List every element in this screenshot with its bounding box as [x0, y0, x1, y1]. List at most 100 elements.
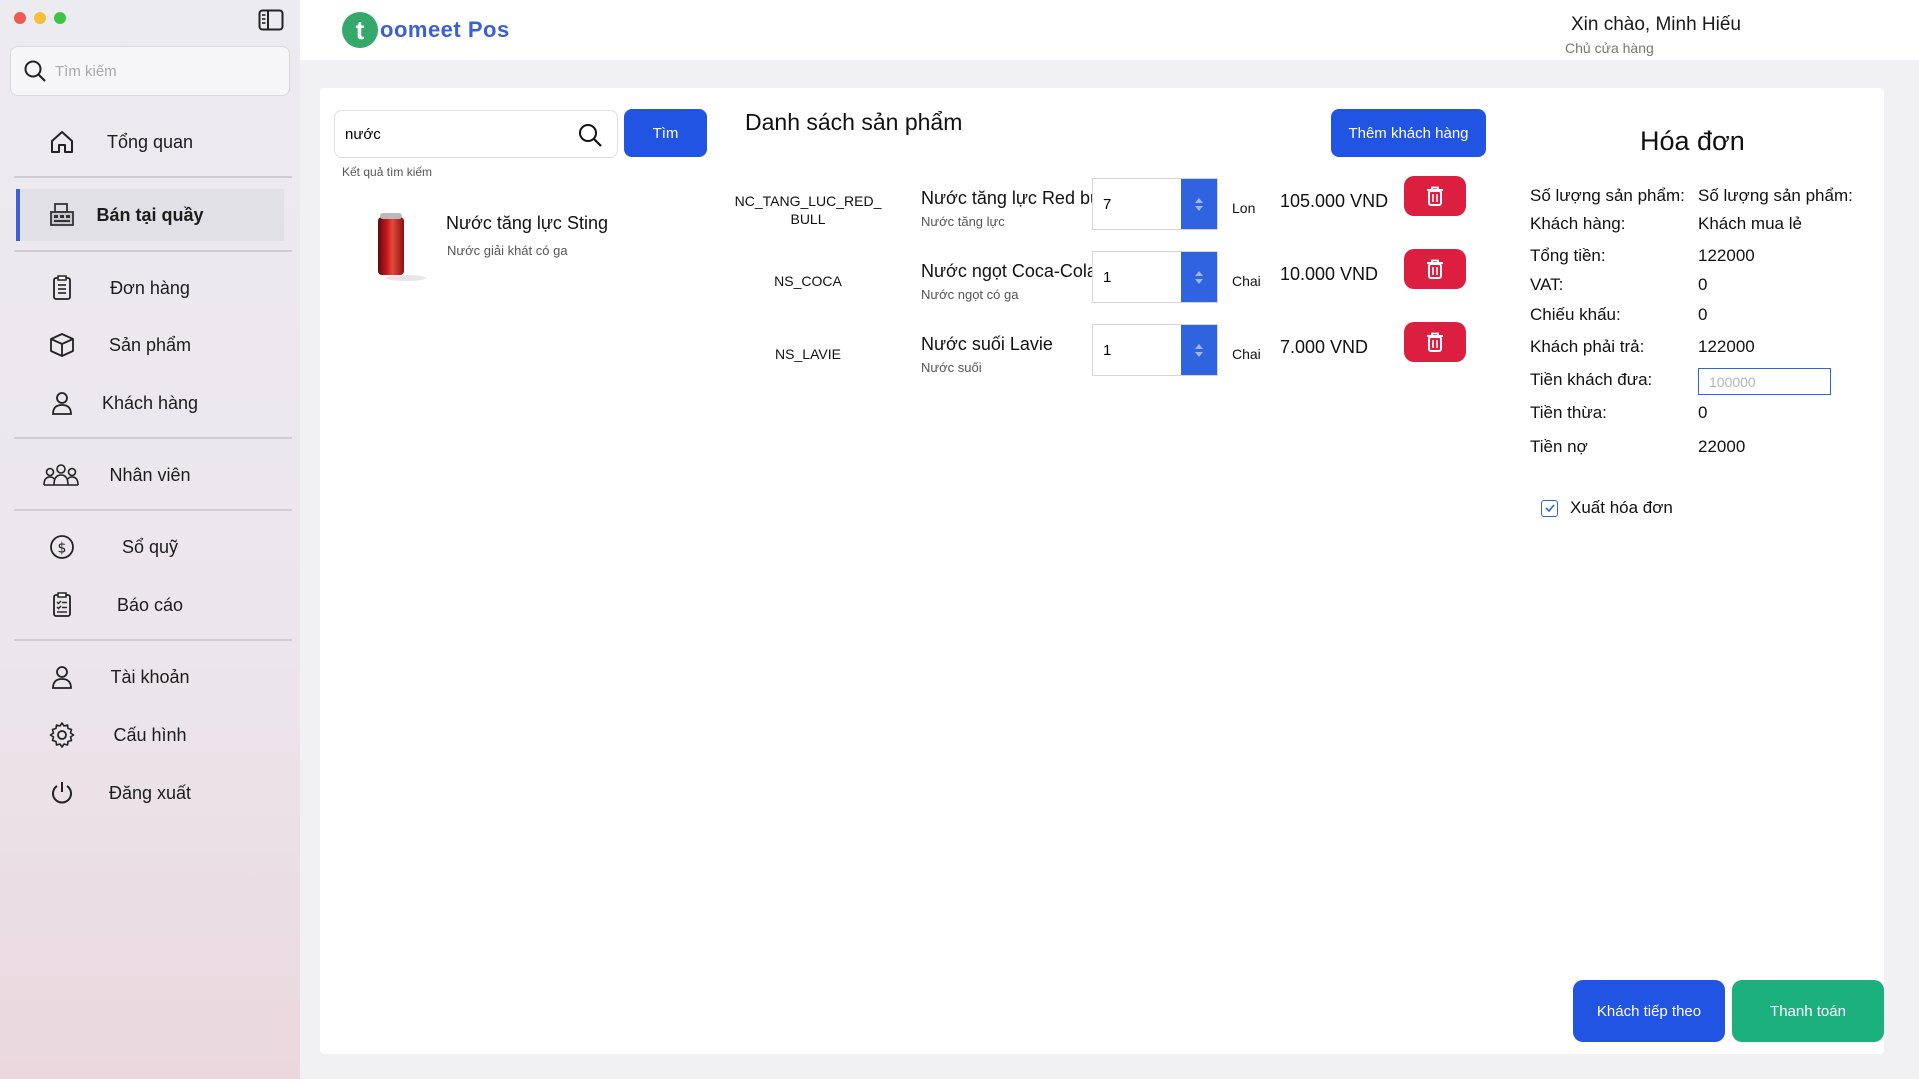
- quantity-input[interactable]: [1093, 252, 1181, 302]
- invoice-value: 0: [1698, 305, 1708, 324]
- toggle-sidebar-icon[interactable]: [258, 9, 284, 31]
- nav-item-orders[interactable]: Đơn hàng: [20, 262, 288, 314]
- product-desc: Nước suối: [921, 360, 982, 375]
- arrow-up-icon[interactable]: [1195, 270, 1203, 276]
- nav-item-account[interactable]: Tài khoản: [20, 651, 288, 703]
- nav-item-label: Tổng quan: [106, 131, 194, 152]
- product-unit: Chai: [1232, 346, 1261, 362]
- invoice-value: 122000: [1698, 246, 1755, 265]
- invoice-value: 0: [1698, 275, 1708, 294]
- invoice-key: VAT:: [1530, 275, 1564, 294]
- trash-icon: [1427, 186, 1443, 206]
- delete-button[interactable]: [1404, 322, 1466, 362]
- delete-button[interactable]: [1404, 176, 1466, 216]
- invoice-key: Tổng tiền:: [1530, 246, 1606, 265]
- quantity-input[interactable]: [1093, 179, 1181, 229]
- product-search-input[interactable]: [345, 125, 565, 143]
- product-price: 10.000 VND: [1280, 264, 1379, 284]
- product-list-title: Danh sách sản phẩm: [745, 109, 963, 135]
- spinner-arrows[interactable]: [1181, 179, 1217, 229]
- product-image-shadow: [386, 275, 426, 281]
- product-price: 105.000 VND: [1280, 191, 1389, 211]
- search-icon[interactable]: [577, 122, 603, 148]
- logo-text: oomeet Pos: [380, 17, 510, 42]
- invoice-key: Khách phải trả:: [1530, 337, 1645, 356]
- product-code: NS_LAVIE: [775, 346, 841, 362]
- nav-item-cashbook[interactable]: $ Sổ quỹ: [20, 521, 288, 573]
- customer-paid-input[interactable]: [1698, 368, 1831, 395]
- product-desc: Nước ngọt có ga: [921, 287, 1019, 302]
- sidebar-search-input[interactable]: [55, 62, 275, 80]
- product-search[interactable]: [334, 110, 618, 158]
- arrow-up-icon[interactable]: [1195, 197, 1203, 203]
- trash-icon: [1427, 332, 1443, 352]
- sidebar-search[interactable]: [10, 46, 290, 96]
- add-customer-button[interactable]: Thêm khách hàng: [1331, 109, 1486, 157]
- product-price: 7.000 VND: [1280, 337, 1369, 357]
- quantity-stepper[interactable]: [1092, 324, 1218, 376]
- pay-button[interactable]: Thanh toán: [1732, 980, 1884, 1042]
- search-icon: [24, 60, 46, 82]
- minimize-window-icon[interactable]: [34, 12, 46, 24]
- nav-item-label: Bán tại quầy: [96, 204, 204, 225]
- invoice-key: Tiền khách đưa:: [1530, 370, 1653, 389]
- nav-item-reports[interactable]: Báo cáo: [20, 579, 288, 631]
- nav-item-pos[interactable]: Bán tại quầy: [16, 189, 284, 241]
- result-name: Nước tăng lực Sting: [446, 213, 608, 233]
- invoice-value: 122000: [1698, 337, 1755, 356]
- find-button[interactable]: Tìm: [624, 109, 707, 157]
- check-icon: [1544, 504, 1555, 513]
- product-name: Nước suối Lavie: [921, 334, 1053, 354]
- nav-item-employees[interactable]: Nhân viên: [20, 449, 288, 501]
- product-unit: Lon: [1232, 200, 1256, 216]
- divider: [14, 176, 292, 178]
- export-invoice-label: Xuất hóa đơn: [1570, 498, 1673, 517]
- logo-mark: t: [342, 12, 378, 48]
- invoice-value: 0: [1698, 403, 1708, 422]
- result-desc: Nước giải khát có ga: [447, 243, 568, 258]
- arrow-up-icon[interactable]: [1195, 343, 1203, 349]
- sidebar: Tổng quan Bán tại quầy Đơn hàng Sản phẩm: [0, 0, 300, 1079]
- invoice-key: Khách hàng:: [1530, 214, 1626, 233]
- nav-item-label: Sổ quỹ: [121, 536, 179, 557]
- invoice-key: Chiếu khấu:: [1530, 305, 1621, 324]
- nav-item-customers[interactable]: Khách hàng: [20, 377, 288, 429]
- maximize-window-icon[interactable]: [54, 12, 66, 24]
- product-name: Nước tăng lực Red bull: [921, 188, 1093, 208]
- nav-item-label: Cấu hình: [113, 724, 187, 745]
- quantity-stepper[interactable]: [1092, 178, 1218, 230]
- divider: [14, 250, 292, 252]
- greeting-text: Xin chào, Minh Hiếu: [1570, 14, 1741, 35]
- arrow-down-icon[interactable]: [1195, 351, 1203, 357]
- search-result-item[interactable]: Nước tăng lực Sting Nước giải khát có ga: [360, 205, 700, 285]
- invoice-key: Số lượng sản phẩm:: [1530, 186, 1685, 205]
- trash-icon: [1427, 259, 1443, 279]
- nav-item-logout[interactable]: Đăng xuất: [20, 767, 288, 819]
- quantity-stepper[interactable]: [1092, 251, 1218, 303]
- export-invoice-toggle[interactable]: Xuất hóa đơn: [1541, 498, 1673, 518]
- product-name: Nước ngọt Coca-Cola: [921, 261, 1093, 281]
- search-result-label: Kết quả tìm kiếm: [342, 165, 433, 179]
- spinner-arrows[interactable]: [1181, 325, 1217, 375]
- quantity-input[interactable]: [1093, 325, 1181, 375]
- nav-item-products[interactable]: Sản phẩm: [20, 319, 288, 371]
- arrow-down-icon[interactable]: [1195, 278, 1203, 284]
- export-invoice-checkbox[interactable]: [1541, 499, 1558, 517]
- product-code: NS_COCA: [774, 273, 842, 289]
- cart-row: NS_LAVIE Nước suối Lavie Nước suối Chai …: [730, 322, 1490, 398]
- nav-item-label: Đơn hàng: [110, 277, 190, 298]
- nav-item-label: Nhân viên: [109, 464, 191, 485]
- product-code: NC_TANG_LUC_RED_BULL: [734, 193, 882, 227]
- cart-row: NC_TANG_LUC_RED_BULL Nước tăng lực Red b…: [730, 176, 1490, 252]
- close-window-icon[interactable]: [14, 12, 26, 24]
- arrow-down-icon[interactable]: [1195, 205, 1203, 211]
- invoice-title: Hóa đơn: [1640, 126, 1745, 156]
- delete-button[interactable]: [1404, 249, 1466, 289]
- invoice-value: Khách mua lẻ: [1698, 214, 1802, 233]
- divider: [14, 639, 292, 641]
- spinner-arrows[interactable]: [1181, 252, 1217, 302]
- nav-item-overview[interactable]: Tổng quan: [20, 116, 288, 168]
- nav-item-settings[interactable]: Cấu hình: [20, 709, 288, 761]
- next-customer-button[interactable]: Khách tiếp theo: [1573, 980, 1725, 1042]
- cart-row: NS_COCA Nước ngọt Coca-Cola Nước ngọt có…: [730, 249, 1490, 325]
